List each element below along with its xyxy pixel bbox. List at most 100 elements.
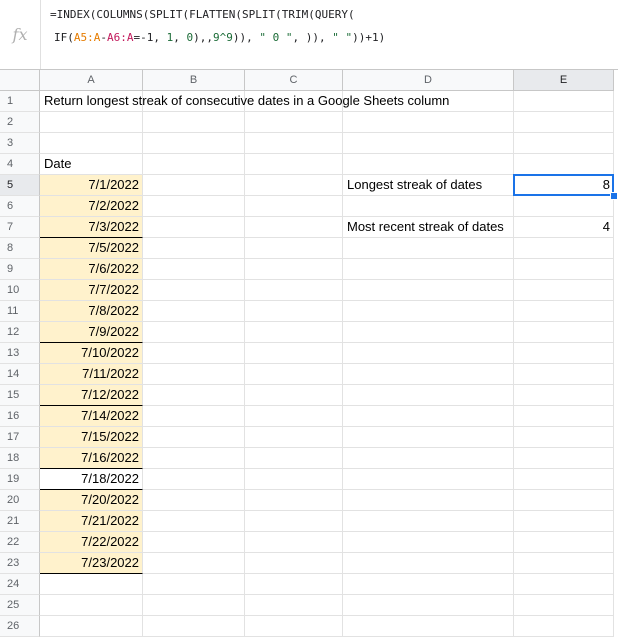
cell-c18[interactable] — [245, 448, 343, 469]
cell-c13[interactable] — [245, 343, 343, 364]
date-cell[interactable]: 7/5/2022 — [40, 238, 143, 259]
date-cell[interactable]: 7/21/2022 — [40, 511, 143, 532]
select-all-corner[interactable] — [0, 70, 40, 91]
cell-b12[interactable] — [143, 322, 245, 343]
cell-e5[interactable]: 8 — [514, 175, 614, 196]
date-cell[interactable]: 7/14/2022 — [40, 406, 143, 427]
cell-b18[interactable] — [143, 448, 245, 469]
row-header-11[interactable]: 11 — [0, 301, 40, 322]
cell-e4[interactable] — [514, 154, 614, 175]
cell-e18[interactable] — [514, 448, 614, 469]
cell-c20[interactable] — [245, 490, 343, 511]
date-cell[interactable]: 7/23/2022 — [40, 553, 143, 574]
cell-d22[interactable] — [343, 532, 514, 553]
cell-e3[interactable] — [514, 133, 614, 154]
cell-d25[interactable] — [343, 595, 514, 616]
formula-line-1[interactable]: =INDEX(COLUMNS(SPLIT(FLATTEN(SPLIT(TRIM(… — [50, 8, 355, 21]
row-header-21[interactable]: 21 — [0, 511, 40, 532]
row-header-5[interactable]: 5 — [0, 175, 40, 196]
cell-b4[interactable] — [143, 154, 245, 175]
cell-a4[interactable]: Date — [40, 154, 143, 175]
row-header-8[interactable]: 8 — [0, 238, 40, 259]
cell-b16[interactable] — [143, 406, 245, 427]
cell-d14[interactable] — [343, 364, 514, 385]
date-cell[interactable]: 7/6/2022 — [40, 259, 143, 280]
cell-b14[interactable] — [143, 364, 245, 385]
cell-c23[interactable] — [245, 553, 343, 574]
date-cell[interactable]: 7/22/2022 — [40, 532, 143, 553]
cell-d13[interactable] — [343, 343, 514, 364]
cell-d23[interactable] — [343, 553, 514, 574]
cell-c11[interactable] — [245, 301, 343, 322]
date-cell[interactable]: 7/11/2022 — [40, 364, 143, 385]
row-header-26[interactable]: 26 — [0, 616, 40, 637]
cell-b2[interactable] — [143, 112, 245, 133]
row-header-15[interactable]: 15 — [0, 385, 40, 406]
cell-d21[interactable] — [343, 511, 514, 532]
cell-d10[interactable] — [343, 280, 514, 301]
cell-b7[interactable] — [143, 217, 245, 238]
cell-b13[interactable] — [143, 343, 245, 364]
cell-d18[interactable] — [343, 448, 514, 469]
date-cell[interactable]: 7/18/2022 — [40, 469, 143, 490]
date-cell[interactable]: 7/12/2022 — [40, 385, 143, 406]
cell-b9[interactable] — [143, 259, 245, 280]
formula-bar[interactable]: fx =INDEX(COLUMNS(SPLIT(FLATTEN(SPLIT(TR… — [0, 0, 618, 70]
date-cell[interactable]: 7/2/2022 — [40, 196, 143, 217]
row-header-1[interactable]: 1 — [0, 91, 40, 112]
cell-c26[interactable] — [245, 616, 343, 637]
cell-e2[interactable] — [514, 112, 614, 133]
cell-d3[interactable] — [343, 133, 514, 154]
cell-c3[interactable] — [245, 133, 343, 154]
cell-e7[interactable]: 4 — [514, 217, 614, 238]
cell-b22[interactable] — [143, 532, 245, 553]
cell-c16[interactable] — [245, 406, 343, 427]
column-header-b[interactable]: B — [143, 70, 245, 91]
cell-b8[interactable] — [143, 238, 245, 259]
cell-b11[interactable] — [143, 301, 245, 322]
cell-d24[interactable] — [343, 574, 514, 595]
cell-a3[interactable] — [40, 133, 143, 154]
cell-e21[interactable] — [514, 511, 614, 532]
cell-c25[interactable] — [245, 595, 343, 616]
row-header-19[interactable]: 19 — [0, 469, 40, 490]
row-header-17[interactable]: 17 — [0, 427, 40, 448]
cell-d5[interactable]: Longest streak of dates — [343, 175, 514, 196]
formula-line-2[interactable]: IF(A5:A-A6:A=-1, 1, 0),,9^9)), " 0 ", ))… — [54, 31, 385, 44]
cell-d7[interactable]: Most recent streak of dates — [343, 217, 514, 238]
cell-e12[interactable] — [514, 322, 614, 343]
row-header-7[interactable]: 7 — [0, 217, 40, 238]
cell-b26[interactable] — [143, 616, 245, 637]
cell-d8[interactable] — [343, 238, 514, 259]
cell-e10[interactable] — [514, 280, 614, 301]
cell-e24[interactable] — [514, 574, 614, 595]
row-header-22[interactable]: 22 — [0, 532, 40, 553]
cell-d2[interactable] — [343, 112, 514, 133]
row-header-4[interactable]: 4 — [0, 154, 40, 175]
row-header-20[interactable]: 20 — [0, 490, 40, 511]
cell-e17[interactable] — [514, 427, 614, 448]
cell-e16[interactable] — [514, 406, 614, 427]
date-cell[interactable]: 7/8/2022 — [40, 301, 143, 322]
cell-c2[interactable] — [245, 112, 343, 133]
cell-e22[interactable] — [514, 532, 614, 553]
cell-a25[interactable] — [40, 595, 143, 616]
cell-d15[interactable] — [343, 385, 514, 406]
cell-a1[interactable]: Return longest streak of consecutive dat… — [40, 91, 449, 112]
row-header-3[interactable]: 3 — [0, 133, 40, 154]
cell-e9[interactable] — [514, 259, 614, 280]
date-cell[interactable]: 7/1/2022 — [40, 175, 143, 196]
cell-b6[interactable] — [143, 196, 245, 217]
column-header-e[interactable]: E — [514, 70, 614, 91]
cell-c5[interactable] — [245, 175, 343, 196]
cell-b21[interactable] — [143, 511, 245, 532]
cell-a24[interactable] — [40, 574, 143, 595]
cell-e26[interactable] — [514, 616, 614, 637]
cell-e6[interactable] — [514, 196, 614, 217]
cell-d11[interactable] — [343, 301, 514, 322]
row-header-10[interactable]: 10 — [0, 280, 40, 301]
cell-a2[interactable] — [40, 112, 143, 133]
cell-c14[interactable] — [245, 364, 343, 385]
cell-b23[interactable] — [143, 553, 245, 574]
row-header-25[interactable]: 25 — [0, 595, 40, 616]
